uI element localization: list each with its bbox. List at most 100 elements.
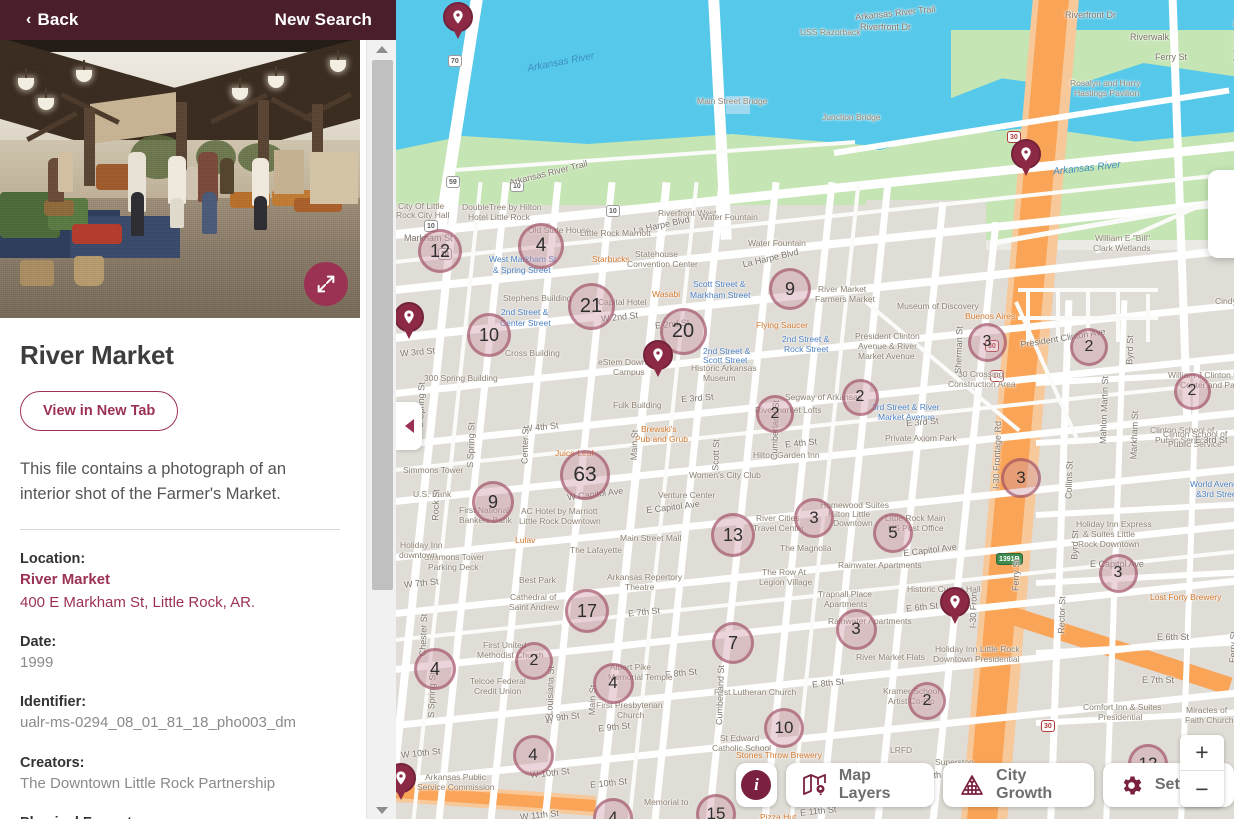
map-toolbar: i Map Layers City Growth [736,763,1234,807]
cluster-marker[interactable]: 21 [567,282,615,330]
chevron-left-icon [404,419,414,433]
new-search-button[interactable]: New Search [275,0,372,40]
zoom-out-button[interactable]: − [1180,771,1224,807]
map-pin-icon [404,310,414,324]
application-root: ‹ Back New Search River Market View in N… [0,0,1234,819]
cluster-count: 4 [528,745,538,764]
cluster-count: 10 [774,718,794,737]
panel-scrollbar[interactable] [366,40,396,819]
back-button-label: Back [37,10,79,29]
cluster-marker[interactable]: 4 [592,662,634,704]
meta-field-location: Location: River Market 400 E Markham St,… [20,551,346,614]
cluster-marker[interactable]: 2 [1173,372,1211,410]
cluster-marker[interactable]: 2 [1070,328,1108,366]
pin-tail [403,327,415,339]
cluster-count: 2 [1187,382,1197,399]
section-divider [20,528,340,530]
map-layers-button[interactable]: Map Layers [785,763,935,807]
info-button[interactable]: i [736,763,777,807]
new-search-label: New Search [274,10,372,29]
pin-tail [652,365,664,377]
cluster-marker[interactable]: 9 [769,268,811,310]
map-pin-icon [653,348,663,362]
cluster-marker[interactable]: 4 [512,734,554,776]
cluster-count: 9 [487,491,498,512]
scroll-up-arrow-icon[interactable] [367,40,396,58]
cluster-marker[interactable]: 3 [967,322,1007,362]
cluster-marker[interactable]: 4 [414,648,456,690]
expand-photo-button[interactable] [304,262,348,306]
tooltip-location-name: River Market [1230,208,1234,242]
panel-body: River Market View in New Tab This file c… [0,40,366,819]
route-shield-70: 70 [448,55,462,67]
scrollbar-thumb[interactable] [372,60,393,590]
cluster-count: 17 [576,600,598,621]
cluster-count: 63 [573,463,597,486]
city-growth-button[interactable]: City Growth [943,763,1094,807]
page-title: River Market [20,340,174,370]
meta-field-date: Date: 1999 [20,634,346,673]
cluster-count: 9 [784,278,795,299]
map-view[interactable]: 70 59 10 10 10 10 30 30 30 30 1391B Arka… [396,0,1234,819]
back-button[interactable]: ‹ Back [26,0,78,40]
map-zoom-controls: + − [1180,735,1224,807]
map-pin-icon [453,10,463,24]
cluster-count: 2 [1084,338,1094,355]
cluster-count: 4 [429,658,440,679]
location-pin[interactable] [643,340,673,377]
cluster-marker[interactable]: 2 [515,642,553,680]
city-growth-icon [959,773,985,797]
cluster-marker[interactable]: 17 [565,589,609,633]
cluster-marker[interactable]: 2 [756,395,794,433]
cluster-marker[interactable]: 3 [1098,553,1138,593]
cluster-marker[interactable]: 4 [518,223,564,269]
map-tooltip: 101 Items River Market [1208,170,1234,258]
gear-icon [1119,773,1144,798]
map-layers-icon [802,773,828,797]
location-pin[interactable] [443,2,473,39]
meta-label: Creators: [20,754,85,771]
cluster-marker[interactable]: 2 [841,378,879,416]
meta-label: Date: [20,634,57,650]
location-pin[interactable] [396,302,424,339]
cluster-count: 3 [809,508,819,527]
map-pin-icon [1021,147,1031,161]
cluster-count: 3 [982,333,992,350]
meta-label: Physical Format: [20,815,346,819]
panel-header: ‹ Back New Search [0,0,396,40]
record-photo[interactable] [0,40,360,318]
cluster-count: 2 [770,405,780,422]
map-pin-icon [396,771,406,785]
record-details: River Market View in New Tab This file c… [0,340,366,819]
cluster-marker[interactable]: 3 [1001,458,1041,498]
cluster-count: 10 [478,324,500,345]
cluster-count: 4 [608,673,618,692]
cluster-marker[interactable]: 5 [873,513,913,553]
meta-value-location-address: 400 E Markham St, Little Rock, AR. [20,593,256,611]
collapse-panel-button[interactable] [396,402,422,450]
pin-tail [1020,164,1032,176]
cluster-marker[interactable]: 10 [467,313,511,357]
view-in-new-tab-button[interactable]: View in New Tab [20,391,179,431]
location-pin[interactable] [940,587,970,624]
meta-value-location-name: River Market [20,570,111,588]
cluster-marker[interactable]: 13 [711,513,755,557]
cluster-marker[interactable]: 63 [560,450,610,500]
zoom-in-button[interactable]: + [1180,735,1224,771]
cluster-marker[interactable]: 3 [794,498,834,538]
cluster-marker[interactable]: 3 [835,608,877,650]
cluster-marker[interactable]: 12 [418,229,462,273]
location-pin[interactable] [396,763,416,800]
scroll-down-arrow-icon[interactable] [367,801,396,819]
cluster-count: 21 [579,294,603,317]
cluster-marker[interactable]: 10 [764,708,804,748]
cluster-marker[interactable]: 7 [712,622,754,664]
pin-tail [396,788,407,800]
info-icon: i [741,770,772,800]
pin-tail [452,27,464,39]
cluster-marker[interactable]: 9 [472,481,514,523]
cluster-count: 12 [429,240,451,261]
location-pin[interactable] [1011,139,1041,176]
cluster-count: 13 [722,524,744,545]
cluster-marker[interactable]: 2 [908,682,946,720]
